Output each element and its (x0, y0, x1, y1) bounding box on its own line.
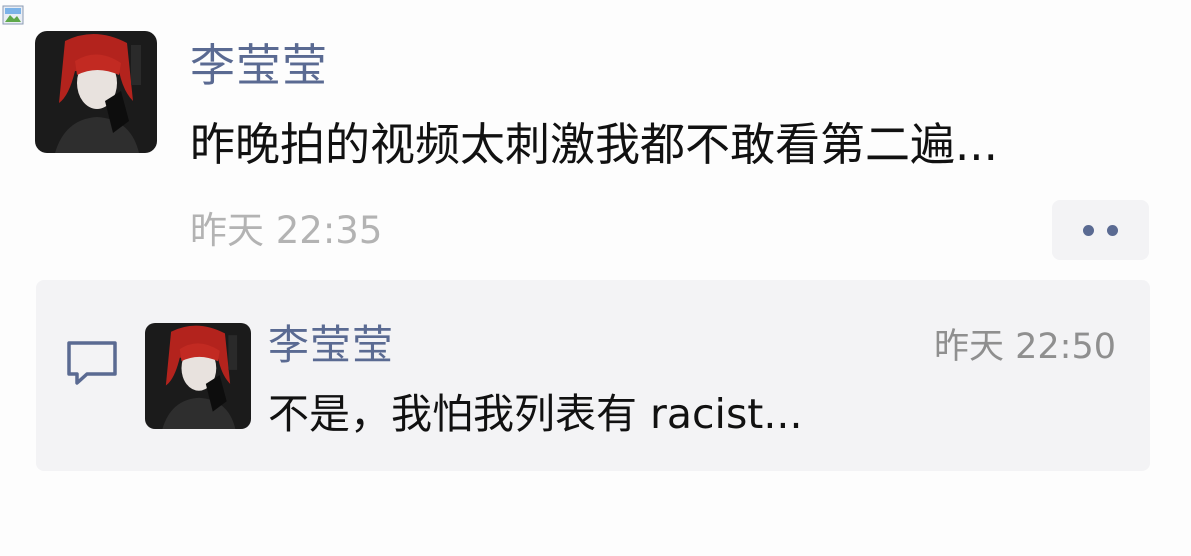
post-author-avatar[interactable] (35, 31, 157, 153)
dot-icon (1107, 225, 1118, 236)
comment-timestamp: 昨天 22:50 (934, 327, 1116, 367)
comment-icon (67, 341, 117, 385)
post-text: 昨晚拍的视频太刺激我都不敢看第二遍... (190, 118, 998, 171)
broken-image-icon (2, 5, 24, 25)
comment-author-name[interactable]: 李莹莹 (268, 317, 394, 373)
post-author-name[interactable]: 李莹莹 (190, 36, 328, 96)
comment-panel: 李莹莹 昨天 22:50 不是，我怕我列表有 racist... (36, 280, 1150, 471)
dot-icon (1083, 225, 1094, 236)
comment-author-avatar[interactable] (145, 323, 251, 429)
comment-text: 不是，我怕我列表有 racist... (268, 390, 803, 438)
more-options-button[interactable] (1052, 200, 1149, 260)
post-timestamp: 昨天 22:35 (190, 209, 383, 252)
